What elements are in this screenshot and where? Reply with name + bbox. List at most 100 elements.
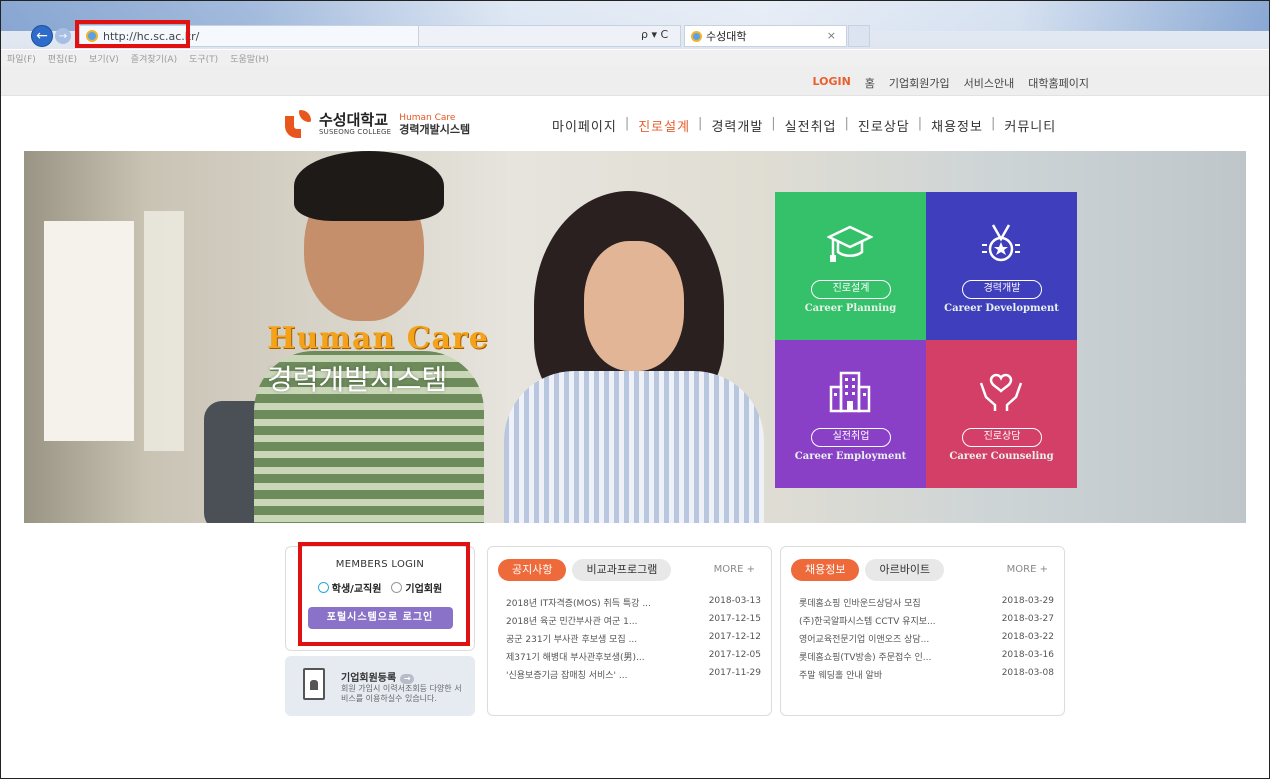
logo-text: 수성대학교 SUSEONG COLLEGE bbox=[319, 110, 392, 136]
corp-register-desc: 회원 가입시 이력서조회등 다양한 서비스를 이용하실수 있습니다. bbox=[341, 684, 462, 703]
notice-board: 공지사항 비교과프로그램 MORE + 2018년 IT자격증(MOS) 취득 … bbox=[487, 546, 772, 716]
item-date: 2017-12-15 bbox=[708, 614, 761, 624]
tile-english: Career Counseling bbox=[949, 451, 1054, 462]
top-links: LOGIN 홈 기업회원가입 서비스안내 대학홈페이지 bbox=[813, 75, 1090, 91]
student-boy-hair bbox=[294, 151, 444, 221]
menu-tools[interactable]: 도구(T) bbox=[189, 52, 218, 65]
nav-community[interactable]: 커뮤니티 bbox=[996, 116, 1064, 135]
tab-ie-icon bbox=[691, 30, 702, 42]
browser-toolbar: ← → http://hc.sc.ac.kr/ ρ ▾ C 수성대학 × bbox=[1, 1, 1269, 49]
logo-korean: 수성대학교 bbox=[319, 110, 389, 129]
background-window bbox=[144, 211, 184, 451]
tile-career-counseling[interactable]: 진로상담 Career Counseling bbox=[926, 340, 1077, 488]
notice-list: 2018년 IT자격증(MOS) 취득 특강 ... 2018-03-13 201… bbox=[506, 596, 761, 686]
list-item[interactable]: 롯데홈쇼핑 인바운드상담사 모집 2018-03-29 bbox=[799, 596, 1054, 614]
list-item[interactable]: 제371기 해병대 부사관후보생(男)... 2017-12-05 bbox=[506, 650, 761, 668]
tab-jobs[interactable]: 채용정보 bbox=[791, 559, 860, 581]
logo-hc-kr: 경력개발시스템 bbox=[399, 123, 471, 136]
item-title: 영어교육전문기업 이앤오즈 상담... bbox=[799, 635, 930, 645]
nav-career-planning[interactable]: 진로설계 bbox=[630, 116, 698, 135]
list-item[interactable]: '신용보증기금 잡매칭 서비스' ... 2017-11-29 bbox=[506, 668, 761, 686]
tile-label: 경력개발 bbox=[962, 280, 1042, 299]
item-title: 공군 231기 부사관 후보생 모집 ... bbox=[506, 635, 638, 645]
list-item[interactable]: (주)한국알파시스템 CCTV 유지보... 2018-03-27 bbox=[799, 614, 1054, 632]
nav-mypage[interactable]: 마이페이지 bbox=[544, 116, 625, 135]
menu-view[interactable]: 보기(V) bbox=[89, 52, 119, 65]
hero-title: Human Care 경력개발시스템 bbox=[267, 321, 489, 398]
tab-title: 수성대학 bbox=[706, 30, 747, 43]
logo-english: SUSEONG COLLEGE bbox=[319, 127, 392, 136]
browser-tab[interactable]: 수성대학 × bbox=[684, 25, 847, 47]
job-board: 채용정보 아르바이트 MORE + 롯데홈쇼핑 인바운드상담사 모집 2018-0… bbox=[780, 546, 1065, 716]
student-girl-face bbox=[584, 241, 684, 371]
hero-title-korean: 경력개발시스템 bbox=[267, 363, 448, 396]
nav-employment[interactable]: 실전취업 bbox=[777, 116, 845, 135]
college-home-link[interactable]: 대학홈페이지 bbox=[1028, 75, 1089, 91]
list-item[interactable]: 공군 231기 부사관 후보생 모집 ... 2017-12-12 bbox=[506, 632, 761, 650]
item-date: 2017-12-12 bbox=[708, 632, 761, 642]
hands-heart-icon bbox=[971, 364, 1031, 420]
menu-help[interactable]: 도움말(H) bbox=[230, 52, 269, 65]
job-list: 롯데홈쇼핑 인바운드상담사 모집 2018-03-29 (주)한국알파시스템 CC… bbox=[799, 596, 1054, 686]
menu-favorites[interactable]: 즐겨찾기(A) bbox=[131, 52, 177, 65]
item-date: 2018-03-08 bbox=[1001, 668, 1054, 678]
item-title: 주말 웨딩홀 안내 알바 bbox=[799, 671, 883, 681]
item-title: 2018년 IT자격증(MOS) 취득 특강 ... bbox=[506, 599, 651, 609]
item-date: 2018-03-22 bbox=[1001, 632, 1054, 642]
site-topbar: LOGIN 홈 기업회원가입 서비스안내 대학홈페이지 bbox=[1, 66, 1269, 96]
menu-file[interactable]: 파일(F) bbox=[7, 52, 36, 65]
nav-counseling[interactable]: 진로상담 bbox=[850, 116, 918, 135]
site-logo[interactable]: 수성대학교 SUSEONG COLLEGE Human Care 경력개발시스템 bbox=[285, 110, 470, 138]
medal-icon bbox=[971, 216, 1031, 272]
tab-close-icon[interactable]: × bbox=[827, 29, 836, 42]
login-highlight-box bbox=[298, 542, 470, 646]
service-info-link[interactable]: 서비스안내 bbox=[964, 75, 1015, 91]
item-title: (주)한국알파시스템 CCTV 유지보... bbox=[799, 617, 936, 627]
nav-career-development[interactable]: 경력개발 bbox=[703, 116, 771, 135]
home-link[interactable]: 홈 bbox=[865, 75, 875, 91]
tile-label: 진로설계 bbox=[811, 280, 891, 299]
forward-button[interactable]: → bbox=[55, 28, 71, 44]
item-title: '신용보증기금 잡매칭 서비스' ... bbox=[506, 671, 628, 681]
list-item[interactable]: 롯데홈쇼핑(TV방송) 주문접수 인... 2018-03-16 bbox=[799, 650, 1054, 668]
item-date: 2017-11-29 bbox=[708, 668, 761, 678]
login-link[interactable]: LOGIN bbox=[813, 75, 851, 91]
tile-english: Career Employment bbox=[794, 451, 907, 462]
list-item[interactable]: 영어교육전문기업 이앤오즈 상담... 2018-03-22 bbox=[799, 632, 1054, 650]
tile-career-planning[interactable]: 진로설계 Career Planning bbox=[775, 192, 926, 340]
notice-more-link[interactable]: MORE + bbox=[714, 564, 755, 575]
back-button[interactable]: ← bbox=[31, 25, 53, 47]
tile-career-employment[interactable]: 실전취업 Career Employment bbox=[775, 340, 926, 488]
arrow-right-icon: → bbox=[400, 674, 415, 684]
main-nav: 마이페이지 | 진로설계 | 경력개발 | 실전취업 | 진로상담 | 채용정보 | 커뮤니… bbox=[544, 116, 1064, 135]
list-item[interactable]: 2018년 육군 민간부사관 여군 1... 2017-12-15 bbox=[506, 614, 761, 632]
item-title: 2018년 육군 민간부사관 여군 1... bbox=[506, 617, 638, 627]
tab-parttime[interactable]: 아르바이트 bbox=[865, 559, 945, 581]
tab-notice[interactable]: 공지사항 bbox=[498, 559, 567, 581]
item-title: 제371기 해병대 부사관후보생(男)... bbox=[506, 653, 645, 663]
url-highlight-box bbox=[75, 20, 190, 48]
tile-english: Career Planning bbox=[804, 303, 897, 314]
item-date: 2018-03-16 bbox=[1001, 650, 1054, 660]
item-date: 2018-03-27 bbox=[1001, 614, 1054, 624]
tile-label: 실전취업 bbox=[811, 428, 891, 447]
tab-extracurricular[interactable]: 비교과프로그램 bbox=[572, 559, 672, 581]
tile-label: 진로상담 bbox=[962, 428, 1042, 447]
menu-edit[interactable]: 편집(E) bbox=[48, 52, 77, 65]
item-date: 2018-03-13 bbox=[708, 596, 761, 606]
back-arrow-icon: ← bbox=[36, 28, 48, 44]
background-window bbox=[44, 221, 134, 441]
hero-title-english: Human Care bbox=[267, 321, 489, 356]
search-refresh-tools[interactable]: ρ ▾ C bbox=[641, 28, 668, 41]
list-item[interactable]: 주말 웨딩홀 안내 알바 2018-03-08 bbox=[799, 668, 1054, 686]
tile-career-development[interactable]: 경력개발 Career Development bbox=[926, 192, 1077, 340]
graduation-cap-icon bbox=[820, 216, 880, 272]
list-item[interactable]: 2018년 IT자격증(MOS) 취득 특강 ... 2018-03-13 bbox=[506, 596, 761, 614]
corp-signup-link[interactable]: 기업회원가입 bbox=[889, 75, 950, 91]
nav-jobs[interactable]: 채용정보 bbox=[923, 116, 991, 135]
building-icon bbox=[820, 364, 880, 420]
new-tab-button[interactable] bbox=[848, 25, 870, 47]
job-more-link[interactable]: MORE + bbox=[1007, 564, 1048, 575]
corp-register-box[interactable]: 기업회원등록 → 회원 가입시 이력서조회등 다양한 서비스를 이용하실수 있습니… bbox=[285, 656, 475, 716]
job-tabs: 채용정보 아르바이트 bbox=[791, 559, 945, 581]
